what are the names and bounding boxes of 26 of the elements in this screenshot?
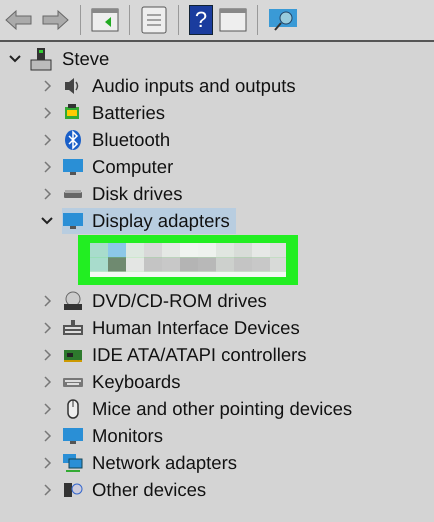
tree-item[interactable]: Computer: [62, 154, 180, 180]
scan-monitor-icon[interactable]: [268, 7, 298, 33]
back-arrow-icon[interactable]: [4, 8, 34, 32]
device-icon: [62, 290, 84, 312]
tree-item[interactable]: Steve: [60, 48, 112, 70]
tree-item[interactable]: Disk drives: [62, 180, 188, 206]
device-icon: [62, 128, 84, 150]
tree-item[interactable]: Display adapters: [62, 208, 236, 234]
tree-item[interactable]: IDE ATA/ATAPI controllers: [62, 342, 313, 368]
tree-item[interactable]: Bluetooth: [62, 126, 176, 152]
tree-item[interactable]: Monitors: [62, 422, 169, 448]
tree-item[interactable]: Other devices: [62, 476, 212, 502]
forward-arrow-icon[interactable]: [40, 8, 70, 32]
tree-item[interactable]: DVD/CD-ROM drives: [62, 288, 273, 314]
tree-item[interactable]: Network adapters: [62, 450, 243, 476]
tree-item[interactable]: Human Interface Devices: [62, 314, 306, 340]
properties-icon[interactable]: [140, 5, 168, 35]
tree-item[interactable]: Audio inputs and outputs: [62, 72, 302, 98]
device-icon: [62, 452, 84, 474]
tree-item[interactable]: Batteries: [62, 100, 172, 126]
tree-item[interactable]: Mice and other pointing devices: [62, 396, 358, 422]
window-icon[interactable]: [219, 7, 247, 33]
tree-item[interactable]: Keyboards: [62, 368, 186, 394]
console-tree-icon[interactable]: [91, 7, 119, 33]
help-button[interactable]: ?: [189, 5, 213, 35]
computer-tower-icon: [30, 46, 52, 70]
